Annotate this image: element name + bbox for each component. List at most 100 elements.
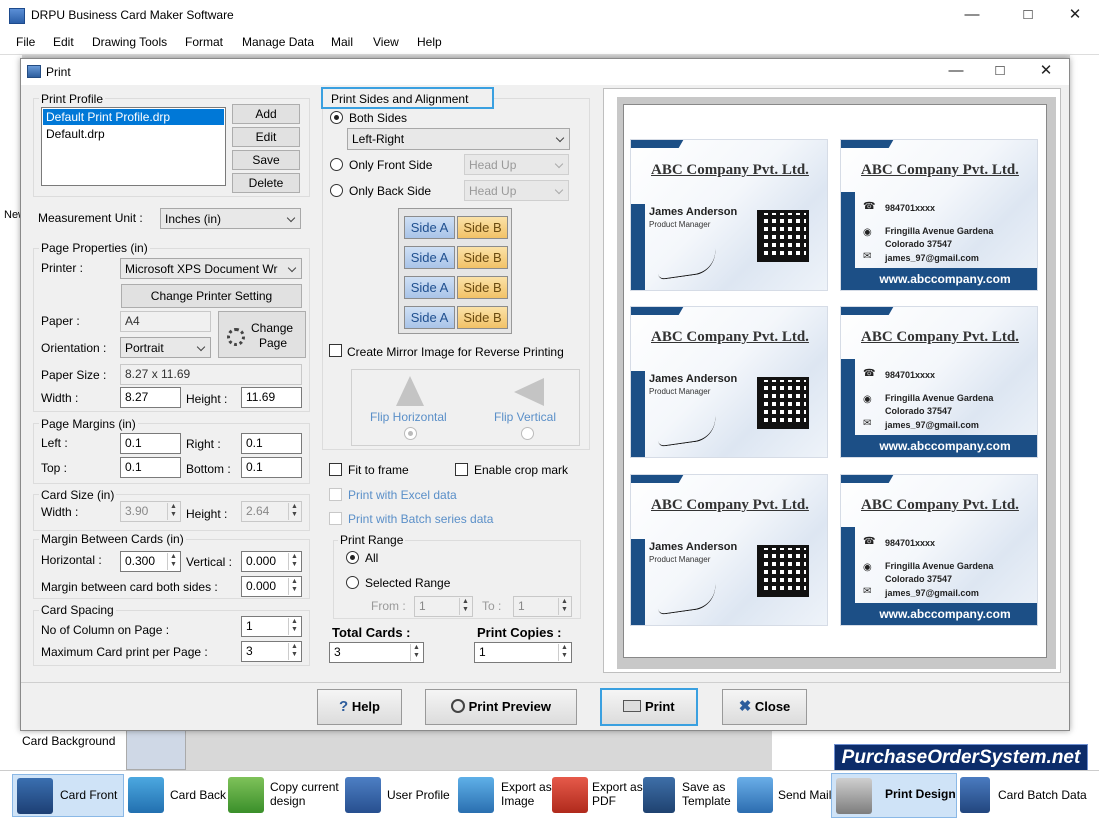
printer-select[interactable]: Microsoft XPS Document Wr bbox=[120, 258, 302, 279]
flip-horizontal-icon[interactable] bbox=[396, 376, 424, 406]
mirror-checkbox[interactable] bbox=[329, 344, 342, 357]
margin-both-sides-input[interactable]: 0.000 ▲ ▼ bbox=[241, 576, 302, 597]
page-height-input[interactable]: 11.69 bbox=[241, 387, 302, 408]
card-company: ABC Company Pvt. Ltd. bbox=[651, 329, 809, 345]
print-preview-button[interactable]: Print Preview bbox=[425, 689, 577, 725]
menu-format[interactable]: Format bbox=[185, 35, 223, 49]
card-batch-button[interactable]: Card Batch Data bbox=[960, 775, 1092, 817]
spinner-icon: ▲ ▼ bbox=[459, 598, 471, 615]
profile-item-default-print[interactable]: Default Print Profile.drp bbox=[43, 109, 224, 125]
vertical-margin-input[interactable]: 0.000 ▲ ▼ bbox=[241, 551, 302, 572]
columns-input[interactable]: 1 ▲ ▼ bbox=[241, 616, 302, 637]
card-company: ABC Company Pvt. Ltd. bbox=[861, 162, 1019, 178]
max-cards-input[interactable]: 3 ▲ ▼ bbox=[241, 641, 302, 662]
orientation-select[interactable]: Portrait bbox=[120, 337, 211, 358]
print-button[interactable]: Print bbox=[600, 688, 698, 726]
card-email: james_97@gmail.com bbox=[885, 253, 979, 263]
page-width-input[interactable]: 8.27 bbox=[120, 387, 181, 408]
alignment-select[interactable]: Left-Right bbox=[347, 128, 570, 150]
save-template-button[interactable]: Save as Template bbox=[643, 775, 735, 817]
back-head-up-select: Head Up bbox=[464, 180, 569, 201]
copy-design-button[interactable]: Copy current design bbox=[228, 775, 342, 817]
side-b-tile: Side B bbox=[457, 246, 508, 269]
crop-mark-checkbox[interactable] bbox=[455, 463, 468, 476]
margin-left-input[interactable]: 0.1 bbox=[120, 433, 181, 454]
send-mail-button[interactable]: Send Mail bbox=[737, 775, 831, 817]
measurement-unit-select[interactable]: Inches (in) bbox=[160, 208, 301, 229]
flip-vertical-icon[interactable] bbox=[514, 378, 544, 406]
menu-manage-data[interactable]: Manage Data bbox=[242, 35, 314, 49]
card-front-3: ABC Company Pvt. Ltd. James Anderson Pro… bbox=[630, 474, 828, 626]
color-swatch[interactable] bbox=[126, 730, 186, 770]
orientation-label: Orientation : bbox=[41, 341, 107, 355]
gear-icon bbox=[227, 328, 245, 346]
signature-icon bbox=[655, 414, 719, 448]
excel-data-checkbox bbox=[329, 488, 342, 501]
close-button-label: Close bbox=[754, 699, 791, 714]
total-cards-input[interactable]: 3 ▲ ▼ bbox=[329, 642, 424, 663]
card-front-button[interactable]: Card Front bbox=[12, 774, 124, 817]
range-selected-radio[interactable] bbox=[346, 576, 359, 589]
magnifier-icon bbox=[451, 699, 465, 713]
spinner-icon[interactable]: ▲ ▼ bbox=[410, 644, 422, 661]
user-profile-button[interactable]: User Profile bbox=[345, 775, 451, 817]
close-icon[interactable]: ✕ bbox=[1060, 4, 1090, 26]
export-pdf-button[interactable]: Export as PDF bbox=[552, 775, 643, 817]
menu-view[interactable]: View bbox=[373, 35, 399, 49]
card-company: ABC Company Pvt. Ltd. bbox=[861, 329, 1019, 345]
add-profile-button[interactable]: Add bbox=[232, 104, 300, 124]
front-only-radio[interactable] bbox=[330, 158, 343, 171]
card-width-value: 3.90 bbox=[125, 504, 149, 518]
margin-bottom-input[interactable]: 0.1 bbox=[241, 457, 302, 478]
menu-file[interactable]: File bbox=[16, 35, 35, 49]
menu-mail[interactable]: Mail bbox=[331, 35, 353, 49]
fit-to-frame-label: Fit to frame bbox=[348, 463, 409, 477]
range-from-value: 1 bbox=[419, 599, 426, 613]
minimize-icon[interactable]: — bbox=[957, 4, 987, 26]
range-all-radio[interactable] bbox=[346, 551, 359, 564]
card-height-value: 2.64 bbox=[246, 504, 270, 518]
save-template-icon bbox=[643, 777, 675, 813]
save-profile-button[interactable]: Save bbox=[232, 150, 300, 170]
mail-icon: ✉ bbox=[863, 418, 872, 429]
phone-icon: ☎ bbox=[863, 536, 876, 547]
export-image-button[interactable]: Export as Image bbox=[458, 775, 552, 817]
card-email: james_97@gmail.com bbox=[885, 420, 979, 430]
margin-both-sides-value: 0.000 bbox=[246, 579, 277, 593]
menu-help[interactable]: Help bbox=[417, 35, 442, 49]
card-back-label: Card Back bbox=[170, 788, 227, 802]
spinner-icon[interactable]: ▲ ▼ bbox=[558, 644, 570, 661]
spinner-icon[interactable]: ▲ ▼ bbox=[288, 643, 300, 660]
fit-to-frame-checkbox[interactable] bbox=[329, 463, 342, 476]
both-sides-radio[interactable] bbox=[330, 111, 343, 124]
profile-item-default[interactable]: Default.drp bbox=[42, 126, 225, 142]
back-only-radio[interactable] bbox=[330, 184, 343, 197]
profile-list[interactable]: Default Print Profile.drp Default.drp bbox=[41, 107, 226, 186]
margin-right-input[interactable]: 0.1 bbox=[241, 433, 302, 454]
change-printer-button[interactable]: Change Printer Setting bbox=[121, 284, 302, 308]
width-label: Width : bbox=[41, 391, 79, 405]
spinner-icon[interactable]: ▲ ▼ bbox=[288, 553, 300, 570]
dialog-maximize-icon[interactable]: □ bbox=[985, 60, 1015, 82]
print-copies-input[interactable]: 1 ▲ ▼ bbox=[474, 642, 572, 663]
card-website: www.abccompany.com bbox=[853, 435, 1037, 457]
delete-profile-button[interactable]: Delete bbox=[232, 173, 300, 193]
edit-profile-button[interactable]: Edit bbox=[232, 127, 300, 147]
menu-drawing-tools[interactable]: Drawing Tools bbox=[92, 35, 167, 49]
card-back-button[interactable]: Card Back bbox=[128, 775, 228, 817]
margin-top-input[interactable]: 0.1 bbox=[120, 457, 181, 478]
menu-edit[interactable]: Edit bbox=[53, 35, 74, 49]
help-button[interactable]: ? Help bbox=[317, 689, 402, 725]
spinner-icon[interactable]: ▲ ▼ bbox=[288, 578, 300, 595]
side-a-tile: Side A bbox=[404, 306, 455, 329]
dialog-minimize-icon[interactable]: — bbox=[941, 60, 971, 82]
print-design-button[interactable]: Print Design bbox=[831, 773, 957, 818]
change-page-button[interactable]: Change Page bbox=[218, 311, 306, 358]
maximize-icon[interactable]: □ bbox=[1013, 4, 1043, 26]
horizontal-margin-input[interactable]: 0.300 ▲ ▼ bbox=[120, 551, 181, 572]
dialog-close-icon[interactable]: ✕ bbox=[1031, 60, 1061, 82]
help-icon: ? bbox=[339, 698, 349, 715]
spinner-icon[interactable]: ▲ ▼ bbox=[288, 618, 300, 635]
close-button[interactable]: ✖ Close bbox=[722, 689, 807, 725]
spinner-icon[interactable]: ▲ ▼ bbox=[167, 553, 179, 570]
